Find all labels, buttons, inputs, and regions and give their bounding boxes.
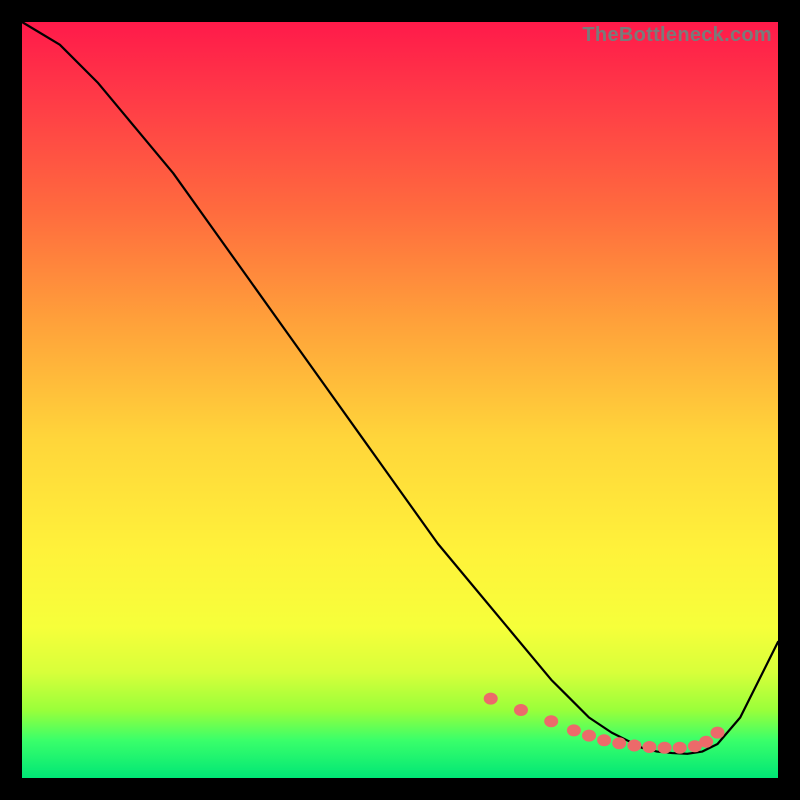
marker-dot [642,741,656,753]
marker-dot [658,742,672,754]
marker-dot [673,742,687,754]
marker-dot [544,715,558,727]
marker-dot [711,727,725,739]
chart-frame: TheBottleneck.com [0,0,800,800]
marker-dot [597,734,611,746]
marker-dot [514,704,528,716]
marker-dot [627,739,641,751]
marker-dots [484,693,725,754]
marker-dot [484,693,498,705]
chart-overlay [22,22,778,778]
marker-dot [567,724,581,736]
curve-line [22,22,778,754]
plot-area: TheBottleneck.com [22,22,778,778]
marker-dot [699,736,713,748]
marker-dot [612,737,626,749]
marker-dot [582,730,596,742]
